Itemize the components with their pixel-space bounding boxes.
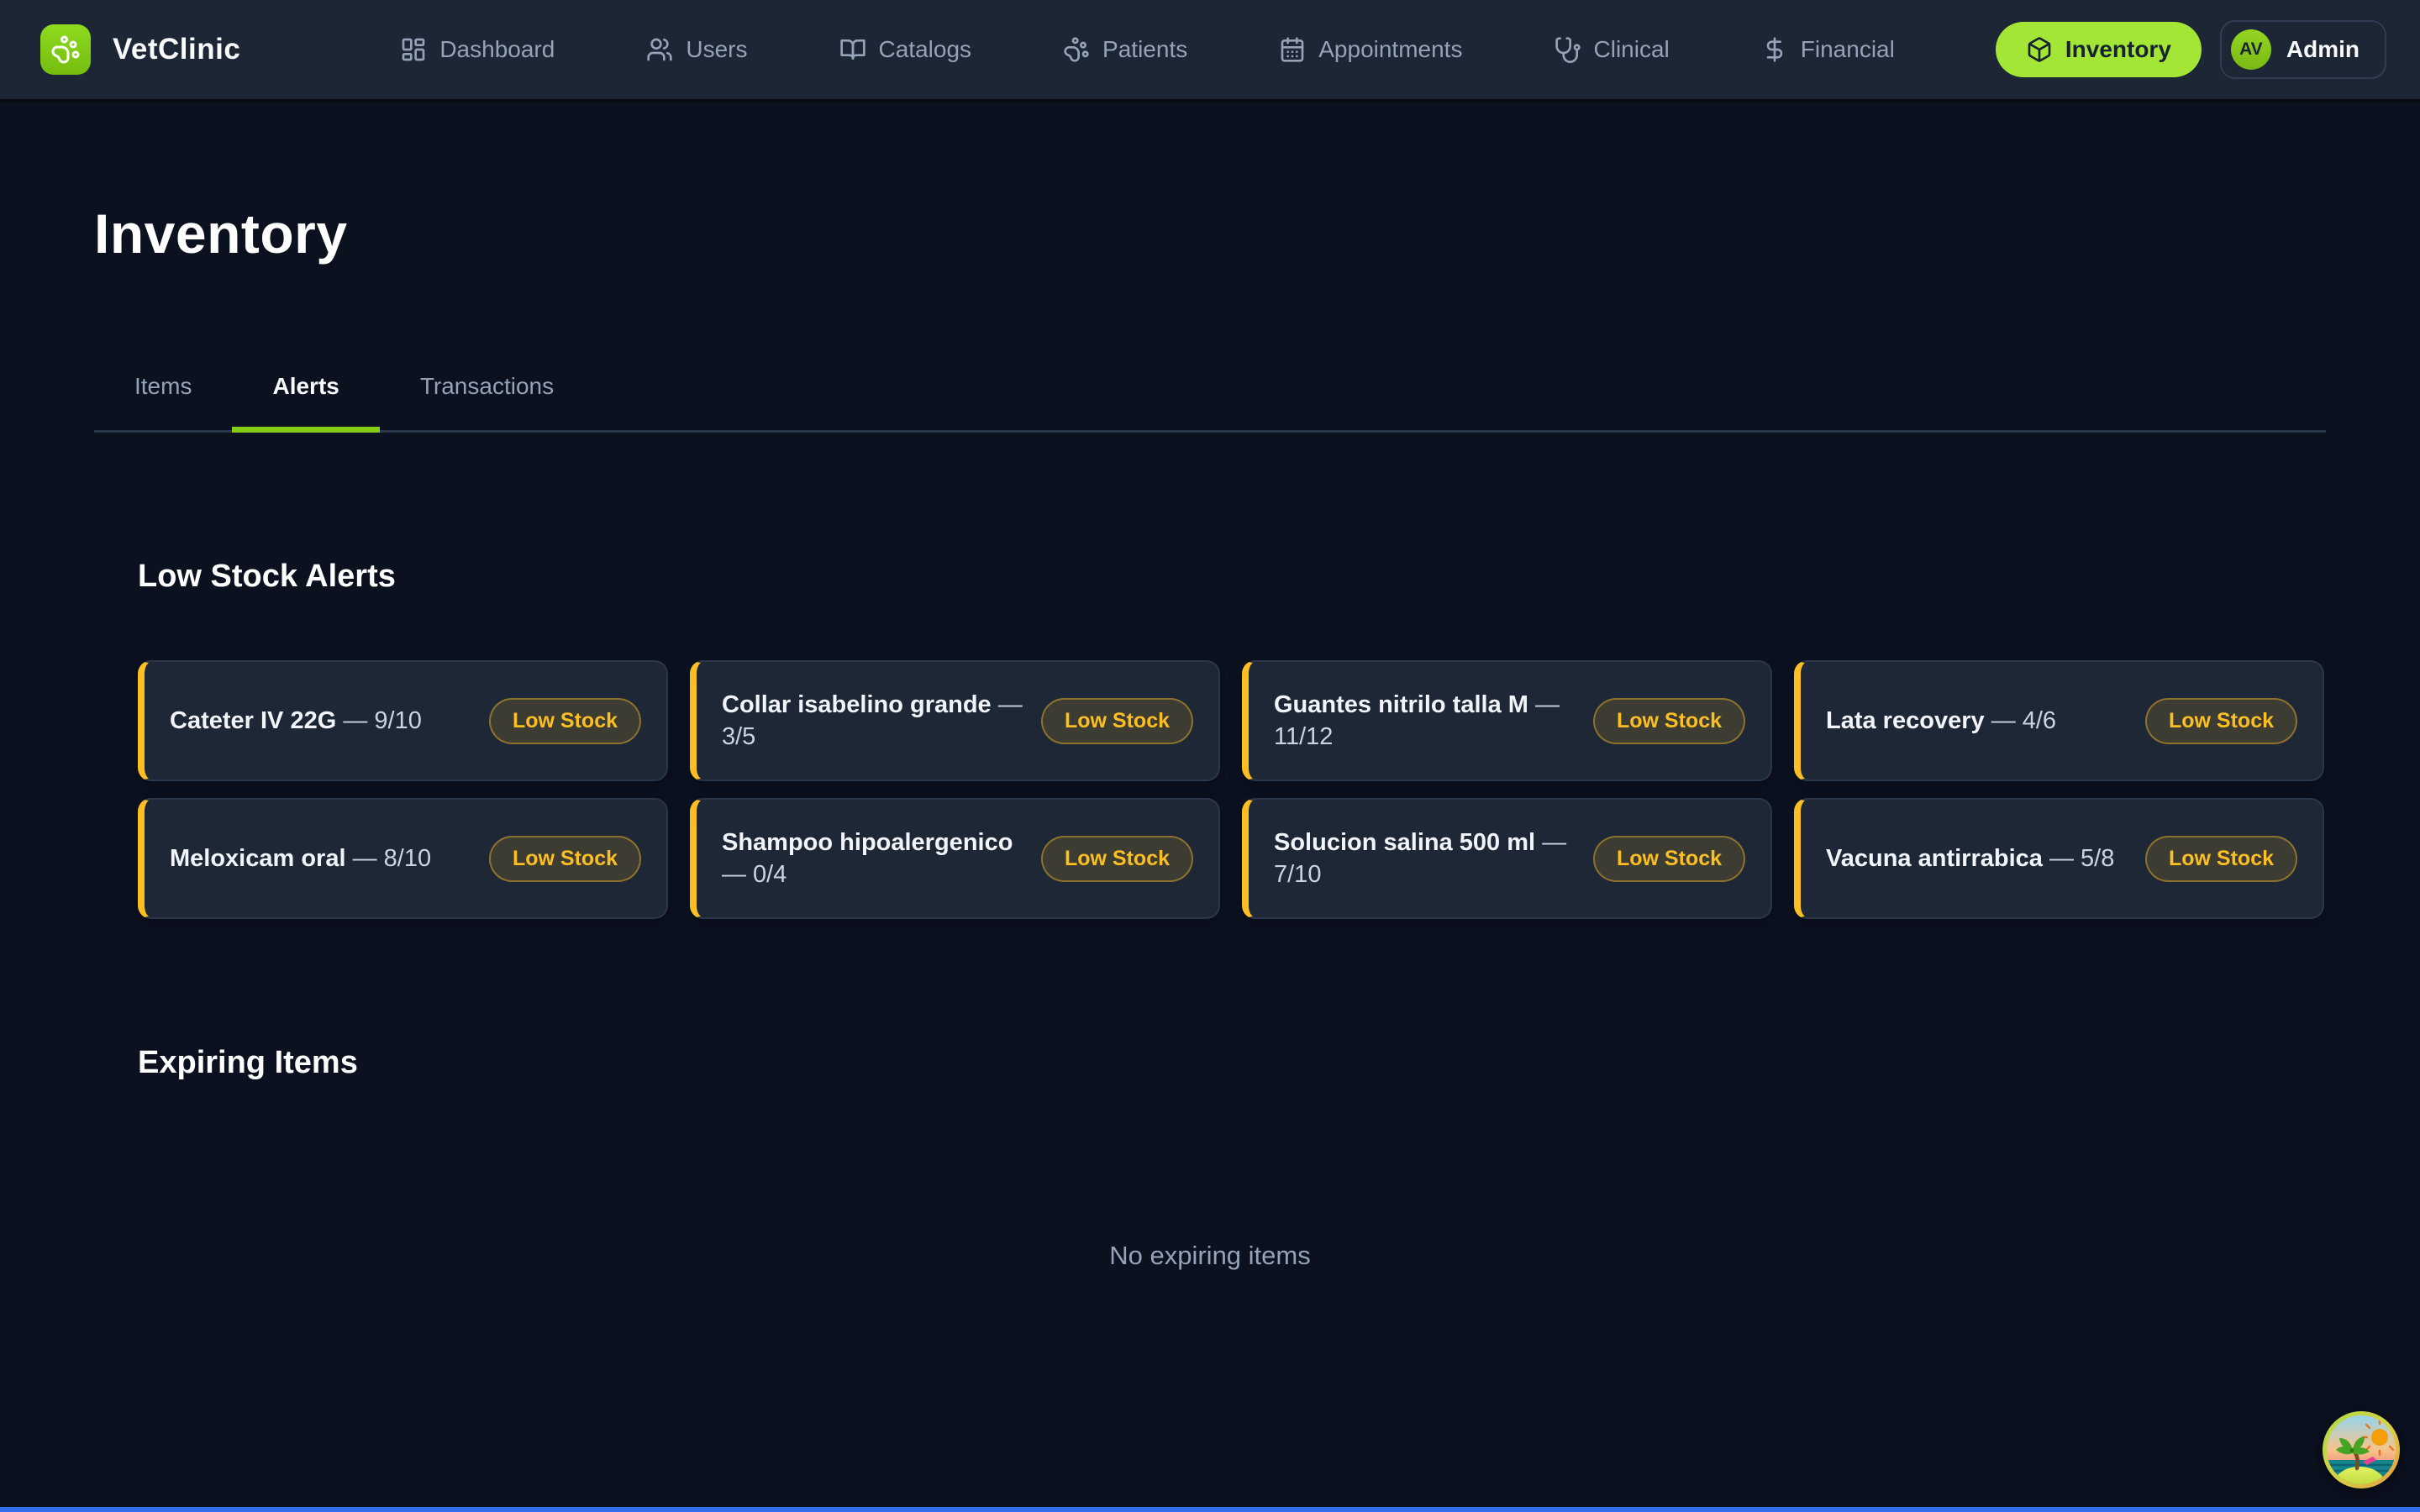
nav-item[interactable]: Dashboard — [400, 36, 555, 63]
low-stock-card[interactable]: Vacuna antirrabica — 5/8 Low Stock — [1794, 798, 2324, 919]
main-content: Inventory Items Alerts Transactions Low … — [0, 202, 2420, 1271]
low-stock-badge: Low Stock — [489, 698, 641, 744]
page-title: Inventory — [94, 202, 2326, 265]
nav-item-label: Users — [686, 36, 747, 63]
nav-active-label: Inventory — [2065, 36, 2171, 63]
item-name: Meloxicam oral — [170, 845, 346, 872]
expiring-empty-message: No expiring items — [94, 1241, 2326, 1271]
low-stock-card[interactable]: Lata recovery — 4/6 Low Stock — [1794, 660, 2324, 781]
nav-item-label: Appointments — [1318, 36, 1462, 63]
low-stock-grid: Cateter IV 22G — 9/10 Low Stock Collar i… — [138, 660, 2324, 919]
low-stock-card[interactable]: Shampoo hipoalergenico — 0/4 Low Stock — [690, 798, 1220, 919]
low-stock-badge: Low Stock — [2145, 836, 2297, 882]
low-stock-badge: Low Stock — [1041, 836, 1193, 882]
dollar-icon — [1761, 36, 1788, 63]
nav-item-label: Dashboard — [439, 36, 555, 63]
tab[interactable]: Alerts — [232, 373, 379, 430]
low-stock-card-text: Collar isabelino grande — 3/5 — [722, 689, 1023, 753]
low-stock-card-text: Lata recovery — 4/6 — [1826, 705, 2056, 737]
nav-item-label: Patients — [1102, 36, 1187, 63]
nav-item[interactable]: Appointments — [1279, 36, 1462, 63]
book-open-icon — [839, 36, 866, 63]
low-stock-badge: Low Stock — [1041, 698, 1193, 744]
item-name: Cateter IV 22G — [170, 707, 336, 734]
nav-item-label: Catalogs — [879, 36, 972, 63]
low-stock-card[interactable]: Solucion salina 500 ml — 7/10 Low Stock — [1242, 798, 1772, 919]
nav-items: Dashboard Users Catalogs Patients Appoin… — [400, 36, 1895, 63]
user-name: Admin — [2286, 36, 2360, 63]
calendar-icon — [1279, 36, 1306, 63]
low-stock-card-text: Guantes nitrilo talla M — 11/12 — [1274, 689, 1575, 753]
item-name: Vacuna antirrabica — [1826, 845, 2043, 872]
window-bottom-bar — [0, 1507, 2420, 1512]
nav-item[interactable]: Clinical — [1555, 36, 1670, 63]
item-name: Solucion salina 500 ml — [1274, 829, 1535, 856]
expiring-heading: Expiring Items — [138, 1045, 2324, 1081]
nav-item-inventory-active[interactable]: Inventory — [1996, 22, 2202, 77]
nav-item-label: Financial — [1801, 36, 1895, 63]
users-icon — [646, 36, 673, 63]
tab[interactable]: Items — [94, 373, 232, 430]
nav-item[interactable]: Catalogs — [839, 36, 972, 63]
low-stock-heading: Low Stock Alerts — [138, 559, 2324, 595]
nav-item[interactable]: Patients — [1063, 36, 1187, 63]
low-stock-section: Low Stock Alerts Cateter IV 22G — 9/10 L… — [94, 559, 2326, 1081]
low-stock-card-text: Meloxicam oral — 8/10 — [170, 843, 431, 874]
item-quantity: — 9/10 — [343, 707, 422, 734]
tab[interactable]: Transactions — [380, 373, 594, 430]
item-name: Guantes nitrilo talla M — [1274, 691, 1528, 718]
low-stock-card-text: Cateter IV 22G — 9/10 — [170, 705, 422, 737]
item-quantity: — 8/10 — [353, 845, 432, 872]
low-stock-badge: Low Stock — [2145, 698, 2297, 744]
tab-label: Alerts — [272, 373, 339, 399]
avatar: AV — [2231, 29, 2271, 70]
item-quantity: — 5/8 — [2049, 845, 2114, 872]
brand[interactable]: VetClinic — [40, 24, 240, 75]
paw-icon — [1063, 36, 1090, 63]
low-stock-card-text: Vacuna antirrabica — 5/8 — [1826, 843, 2114, 874]
item-quantity: — 0/4 — [722, 861, 786, 888]
package-icon — [2026, 36, 2053, 63]
low-stock-card[interactable]: Cateter IV 22G — 9/10 Low Stock — [138, 660, 668, 781]
item-name: Lata recovery — [1826, 707, 1985, 734]
tab-label: Items — [134, 373, 192, 399]
item-quantity: — 4/6 — [1991, 707, 2056, 734]
brand-name: VetClinic — [113, 33, 240, 66]
low-stock-card[interactable]: Collar isabelino grande — 3/5 Low Stock — [690, 660, 1220, 781]
dashboard-icon — [400, 36, 427, 63]
low-stock-card-text: Solucion salina 500 ml — 7/10 — [1274, 827, 1575, 891]
low-stock-card-text: Shampoo hipoalergenico — 0/4 — [722, 827, 1023, 891]
item-name: Collar isabelino grande — [722, 691, 992, 718]
nav-item[interactable]: Users — [646, 36, 747, 63]
low-stock-badge: Low Stock — [1593, 698, 1745, 744]
low-stock-badge: Low Stock — [1593, 836, 1745, 882]
tabs-bar: Items Alerts Transactions — [94, 373, 2326, 433]
stethoscope-icon — [1555, 36, 1581, 63]
top-navbar: VetClinic Dashboard Users Catalogs Patie… — [0, 0, 2420, 102]
brand-logo — [40, 24, 91, 75]
item-name: Shampoo hipoalergenico — [722, 829, 1013, 856]
user-menu[interactable]: AV Admin — [2220, 20, 2386, 79]
tab-label: Transactions — [420, 373, 554, 399]
nav-item-label: Clinical — [1594, 36, 1670, 63]
nav-item[interactable]: Financial — [1761, 36, 1895, 63]
island-badge-icon[interactable] — [2321, 1410, 2402, 1490]
low-stock-card[interactable]: Meloxicam oral — 8/10 Low Stock — [138, 798, 668, 919]
low-stock-card[interactable]: Guantes nitrilo talla M — 11/12 Low Stoc… — [1242, 660, 1772, 781]
low-stock-badge: Low Stock — [489, 836, 641, 882]
paw-icon — [50, 34, 81, 65]
